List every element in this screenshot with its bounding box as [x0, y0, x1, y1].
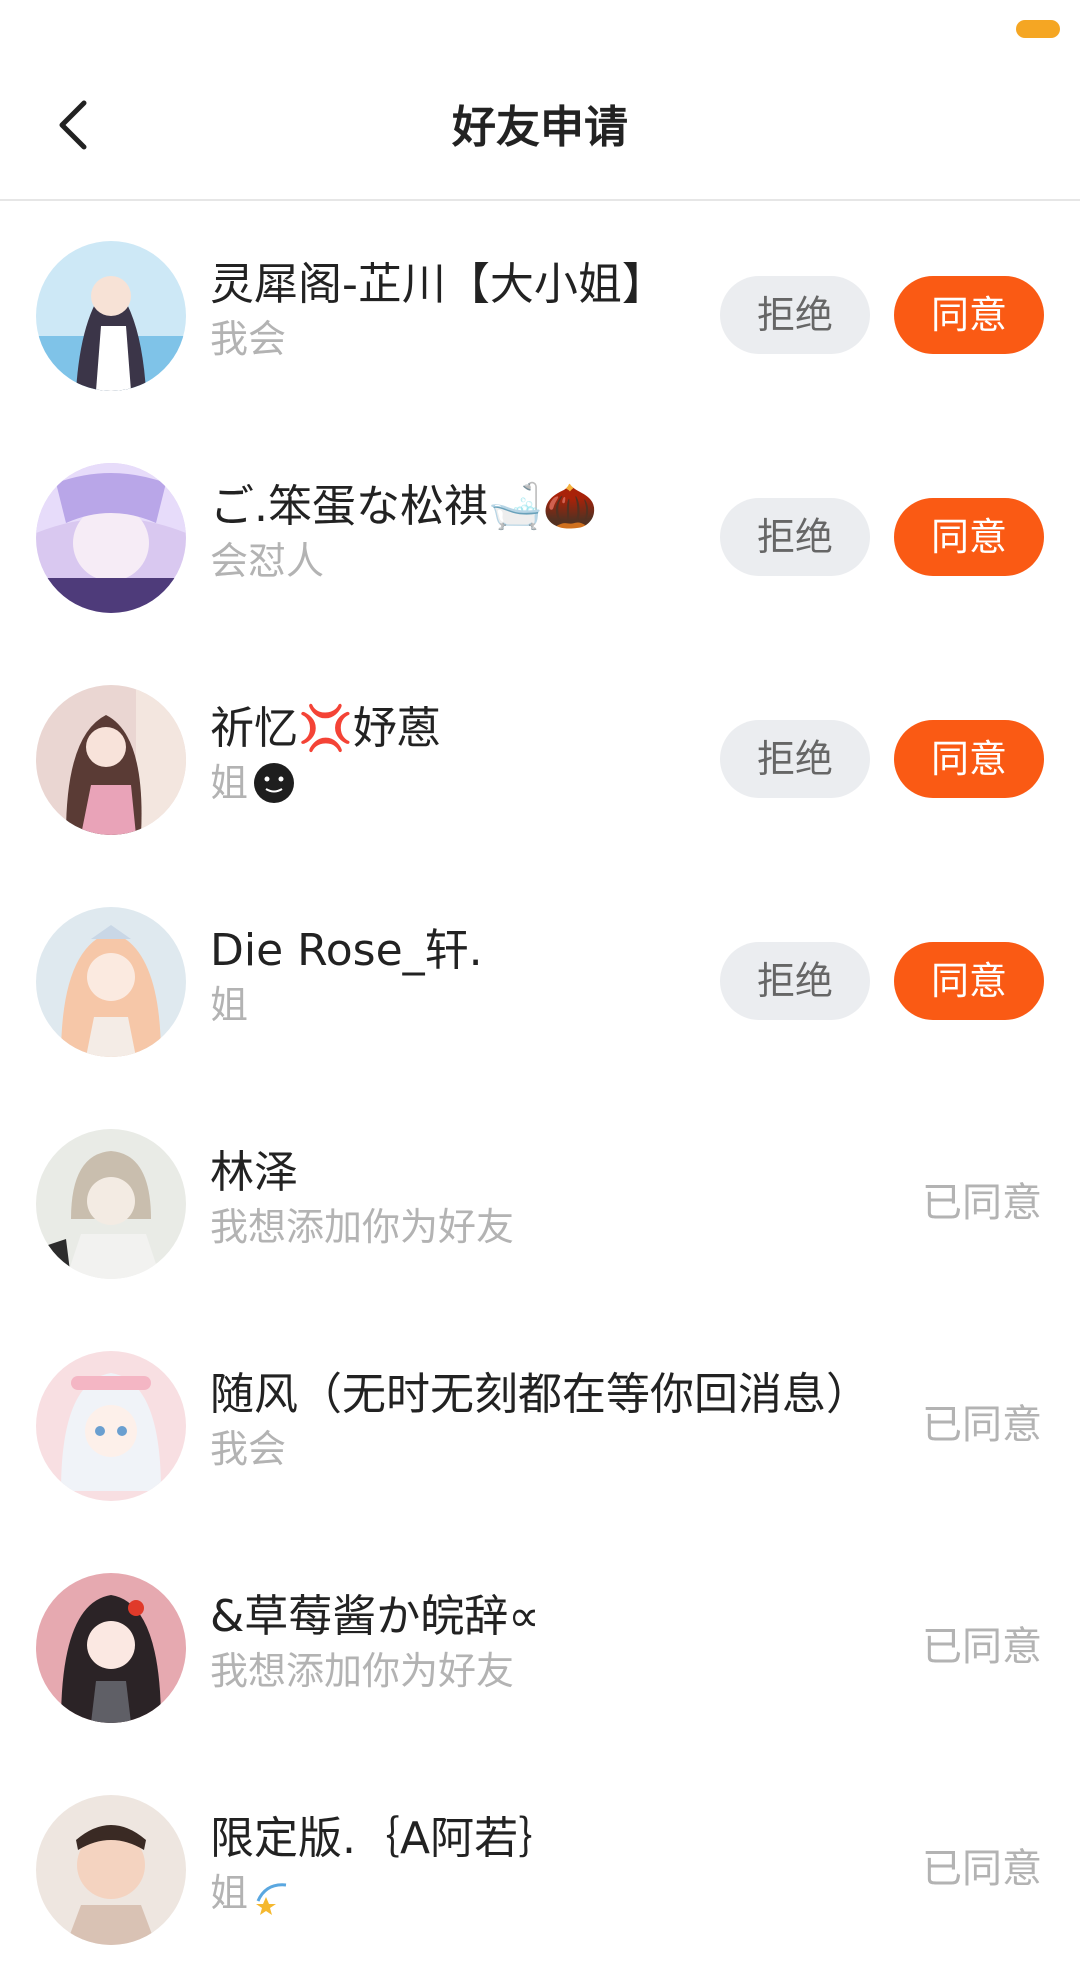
requester-name: 随风（无时无刻都在等你回消息） — [210, 1369, 870, 1420]
requester-name: &草莓酱か皖辞∝ — [210, 1591, 540, 1642]
accepted-status: 已同意 — [922, 1402, 1042, 1448]
avatar[interactable] — [36, 1351, 186, 1501]
request-row: 限定版.｛A阿若｝ 姐 已同意 — [0, 1755, 1080, 1977]
dizzy-star-emoji — [256, 1883, 287, 1915]
accepted-status: 已同意 — [922, 1624, 1042, 1670]
request-message: 我会 — [210, 1427, 287, 1471]
avatar[interactable] — [36, 1573, 186, 1723]
request-row: 随风（无时无刻都在等你回消息） 我会 已同意 — [0, 1311, 1080, 1533]
avatar[interactable] — [36, 907, 186, 1057]
request-message: 姐 — [210, 1867, 296, 1919]
request-row: Die Rose_轩. 姐 拒绝 同意 — [0, 867, 1080, 1089]
avatar[interactable] — [36, 463, 186, 613]
requester-name: 限定版.｛A阿若｝ — [210, 1813, 563, 1864]
request-message: 我想添加你为好友 — [210, 1205, 515, 1249]
requester-name: 林泽 — [210, 1147, 298, 1198]
request-message: 姐 — [210, 757, 296, 809]
requester-name: 祈忆💢妤蒽 — [210, 703, 441, 754]
requester-name: ご.笨蛋な松祺🛁🌰 — [210, 481, 598, 532]
requester-name: Die Rose_轩. — [210, 925, 483, 976]
accepted-status: 已同意 — [922, 1846, 1042, 1892]
request-row: ご.笨蛋な松祺🛁🌰 会怼人 拒绝 同意 — [0, 423, 1080, 645]
request-message: 会怼人 — [210, 539, 325, 583]
request-message: 姐 — [210, 983, 249, 1027]
request-row: &草莓酱か皖辞∝ 我想添加你为好友 已同意 — [0, 1533, 1080, 1755]
request-message: 我想添加你为好友 — [210, 1649, 515, 1693]
header-bar: 好友申请 — [0, 60, 1080, 201]
request-message-text: 姐 — [210, 1871, 249, 1915]
accept-button[interactable]: 同意 — [894, 942, 1044, 1020]
request-message-text: 姐 — [210, 761, 249, 805]
request-row: 灵犀阁-芷川【大小姐】 我会 拒绝 同意 — [0, 201, 1080, 423]
accept-button[interactable]: 同意 — [894, 720, 1044, 798]
request-row: 林泽 我想添加你为好友 已同意 — [0, 1089, 1080, 1311]
reject-button[interactable]: 拒绝 — [720, 276, 870, 354]
reject-button[interactable]: 拒绝 — [720, 720, 870, 798]
avatar[interactable] — [36, 1795, 186, 1945]
avatar[interactable] — [36, 241, 186, 391]
accepted-status: 已同意 — [922, 1180, 1042, 1226]
reject-button[interactable]: 拒绝 — [720, 942, 870, 1020]
accept-button[interactable]: 同意 — [894, 498, 1044, 576]
request-row: 祈忆💢妤蒽 姐 拒绝 同意 — [0, 645, 1080, 867]
black-face-emoji — [254, 763, 295, 803]
status-bar — [0, 0, 1080, 60]
page-title: 好友申请 — [452, 102, 628, 153]
reject-button[interactable]: 拒绝 — [720, 498, 870, 576]
friend-request-list: 灵犀阁-芷川【大小姐】 我会 拒绝 同意 ご.笨蛋な松祺🛁🌰 会怼人 拒绝 同意 — [0, 201, 1080, 1977]
request-message: 我会 — [210, 317, 287, 361]
avatar[interactable] — [36, 685, 186, 835]
avatar[interactable] — [36, 1129, 186, 1279]
requester-name: 灵犀阁-芷川【大小姐】 — [210, 259, 666, 310]
battery-icon — [1016, 20, 1060, 38]
accept-button[interactable]: 同意 — [894, 276, 1044, 354]
